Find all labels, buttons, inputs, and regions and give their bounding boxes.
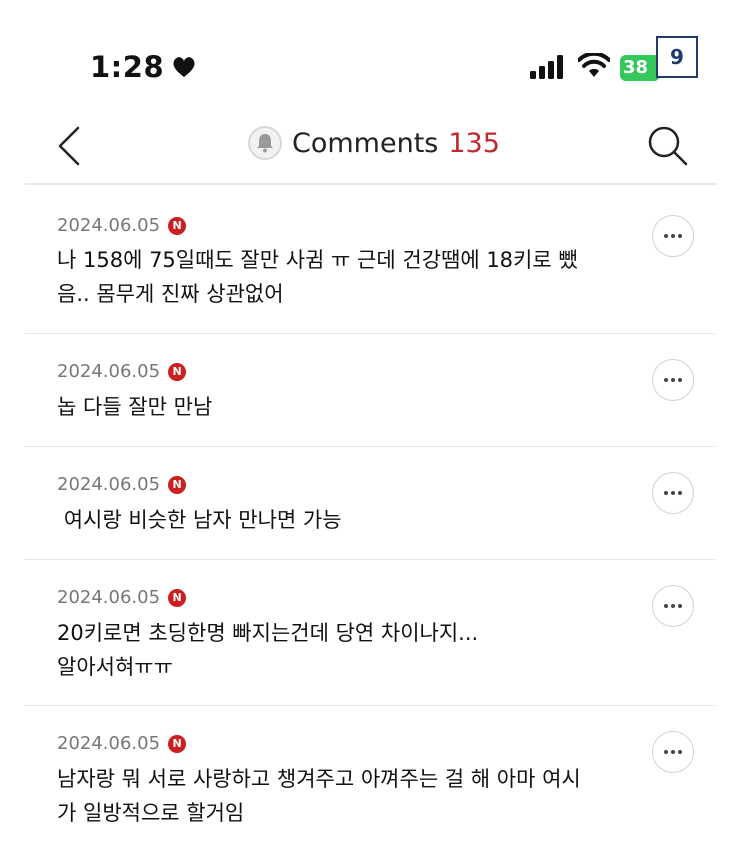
more-options-button[interactable] [652, 215, 694, 257]
more-options-button[interactable] [652, 472, 694, 514]
comment-text: 여시랑 비슷한 남자 만나면 가능 [57, 508, 342, 532]
signal-icon [530, 55, 563, 79]
comment-text: 놉 다들 잘만 만남 [57, 395, 213, 419]
back-button[interactable] [50, 122, 90, 170]
comment-date-label: 2024.06.05 [57, 361, 161, 382]
page-number-badge: 9 [656, 36, 698, 78]
comment-item: 2024.06.05 N 여시랑 비슷한 남자 만나면 가능 [25, 447, 715, 560]
status-bar: 1:28 38 9 [0, 0, 740, 110]
comment-item: 2024.06.05 N 남자랑 뭐 서로 사랑하고 챙겨주고 아껴주는 걸 해… [25, 706, 715, 846]
comment-date: 2024.06.05 N [57, 587, 187, 608]
back-chevron-icon [58, 126, 80, 166]
comment-text: 남자랑 뭐 서로 사랑하고 챙겨주고 아껴주는 걸 해 아마 여시 가 일방적으… [57, 767, 581, 825]
naver-n-icon: N [168, 734, 187, 753]
heart-icon [173, 57, 195, 77]
comment-date-label: 2024.06.05 [57, 587, 161, 608]
clock-label: 1:28 [90, 50, 165, 84]
title-label: Comments [292, 127, 439, 159]
more-icon [664, 604, 682, 608]
more-options-button[interactable] [652, 359, 694, 401]
naver-n-icon: N [168, 475, 187, 494]
more-icon [664, 234, 682, 238]
page-number-label: 9 [670, 45, 684, 69]
comments-header: Comments 135 [0, 110, 740, 182]
comment-date: 2024.06.05 N [57, 361, 187, 382]
comment-date-label: 2024.06.05 [57, 474, 161, 495]
comment-date: 2024.06.05 N [57, 474, 187, 495]
battery-indicator: 38 [620, 55, 660, 81]
naver-n-icon: N [168, 216, 187, 235]
naver-n-icon: N [168, 588, 187, 607]
more-options-button[interactable] [652, 731, 694, 773]
status-time: 1:28 [90, 50, 196, 84]
battery-label: 38 [623, 57, 649, 78]
bell-icon [257, 134, 273, 153]
comment-text: 나 158에 75일때도 잘만 사귐 ㅠ 근데 건강땜에 18키로 뺐 음.. … [57, 248, 578, 306]
wifi-icon [578, 53, 610, 77]
comment-item: 2024.06.05 N 놉 다들 잘만 만남 [25, 334, 715, 447]
more-icon [664, 378, 682, 382]
naver-n-icon: N [168, 362, 187, 381]
search-icon [648, 126, 688, 166]
comment-date-label: 2024.06.05 [57, 215, 161, 236]
comment-list: 2024.06.05 N 나 158에 75일때도 잘만 사귐 ㅠ 근데 건강땜… [0, 185, 740, 846]
comment-date: 2024.06.05 N [57, 733, 187, 754]
comment-item: 2024.06.05 N 나 158에 75일때도 잘만 사귐 ㅠ 근데 건강땜… [25, 185, 715, 334]
search-button[interactable] [644, 122, 692, 170]
more-icon [664, 491, 682, 495]
page-title: Comments 135 [248, 126, 500, 160]
more-options-button[interactable] [652, 585, 694, 627]
comment-text: 20키로면 초딩한명 빠지는건데 당연 차이나지... 알아서혀ㅠㅠ [57, 621, 479, 679]
notification-bell-button[interactable] [248, 126, 282, 160]
comment-date: 2024.06.05 N [57, 215, 187, 236]
comment-count: 135 [448, 127, 500, 159]
comment-item: 2024.06.05 N 20키로면 초딩한명 빠지는건데 당연 차이나지...… [25, 560, 715, 706]
more-icon [664, 750, 682, 754]
comment-date-label: 2024.06.05 [57, 733, 161, 754]
